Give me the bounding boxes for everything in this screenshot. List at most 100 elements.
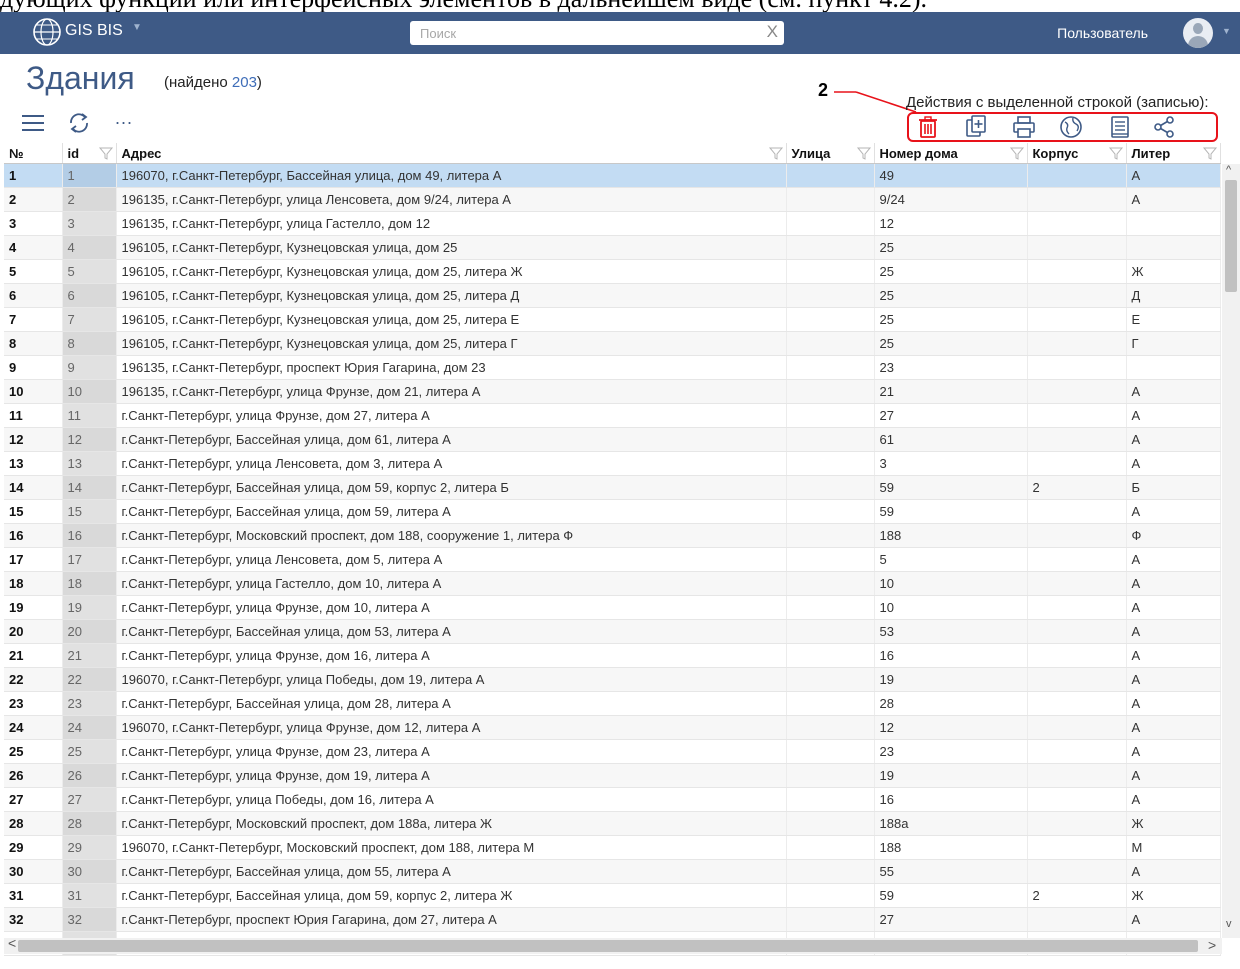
table-row[interactable]: 7 7 196105, г.Санкт-Петербург, Кузнецовска…	[4, 307, 1221, 332]
row-id: 6	[62, 283, 117, 308]
building-cell	[1027, 355, 1127, 380]
column-header-letter[interactable]: Литер	[1126, 143, 1221, 164]
table-row[interactable]: 3 3 196135, г.Санкт-Петербург, улица Гасте…	[4, 211, 1221, 236]
menu-icon[interactable]	[20, 110, 46, 136]
delete-icon[interactable]	[915, 114, 941, 140]
street-cell	[786, 571, 875, 596]
table-row[interactable]: 6 6 196105, г.Санкт-Петербург, Кузнецовска…	[4, 283, 1221, 308]
row-number: 2	[4, 187, 63, 212]
scroll-up-icon[interactable]: ^	[1226, 164, 1231, 176]
column-header-address[interactable]: Адрес	[116, 143, 787, 164]
row-number: 32	[4, 907, 63, 932]
table-row[interactable]: 17 17 г.Санкт-Петербург, улица Ленсовета, …	[4, 547, 1221, 572]
document-text: дующих функций или интерфейсных элементо…	[0, 0, 927, 12]
building-cell	[1027, 739, 1127, 764]
building-cell	[1027, 259, 1127, 284]
table-row[interactable]: 28 28 г.Санкт-Петербург, Московский проспе…	[4, 811, 1221, 836]
user-menu-caret-icon[interactable]: ▼	[1222, 26, 1231, 36]
table-row[interactable]: 22 22 196070, г.Санкт-Петербург, улица Поб…	[4, 667, 1221, 692]
filter-icon[interactable]	[98, 145, 114, 161]
building-cell	[1027, 163, 1127, 188]
column-header-number[interactable]: №	[4, 143, 63, 164]
row-number: 7	[4, 307, 63, 332]
house-number-cell: 10	[874, 595, 1028, 620]
table-row[interactable]: 21 21 г.Санкт-Петербург, улица Фрунзе, дом…	[4, 643, 1221, 668]
scroll-right-icon[interactable]: >	[1208, 937, 1216, 953]
column-header-street[interactable]: Улица	[786, 143, 875, 164]
table-row[interactable]: 20 20 г.Санкт-Петербург, Бассейная улица, …	[4, 619, 1221, 644]
street-cell	[786, 331, 875, 356]
table-row[interactable]: 31 31 г.Санкт-Петербург, Бассейная улица, …	[4, 883, 1221, 908]
scroll-down-icon[interactable]: v	[1226, 918, 1232, 930]
filter-icon[interactable]	[1108, 145, 1124, 161]
letter-cell: А	[1126, 547, 1221, 572]
table-row[interactable]: 29 29 196070, г.Санкт-Петербург, Московски…	[4, 835, 1221, 860]
table-row[interactable]: 30 30 г.Санкт-Петербург, Бассейная улица, …	[4, 859, 1221, 884]
building-cell	[1027, 331, 1127, 356]
avatar-icon[interactable]	[1183, 18, 1213, 48]
table-row[interactable]: 27 27 г.Санкт-Петербург, улица Победы, дом…	[4, 787, 1221, 812]
row-number: 6	[4, 283, 63, 308]
row-id: 9	[62, 355, 117, 380]
table-row[interactable]: 8 8 196105, г.Санкт-Петербург, Кузнецовска…	[4, 331, 1221, 356]
table-row[interactable]: 5 5 196105, г.Санкт-Петербург, Кузнецовска…	[4, 259, 1221, 284]
table-row[interactable]: 18 18 г.Санкт-Петербург, улица Гастелло, д…	[4, 571, 1221, 596]
table-row[interactable]: 2 2 196135, г.Санкт-Петербург, улица Ленсо…	[4, 187, 1221, 212]
table-body: 1 1 196070, г.Санкт-Петербург, Бассейная у…	[4, 163, 1221, 956]
table-row[interactable]: 13 13 г.Санкт-Петербург, улица Ленсовета, …	[4, 451, 1221, 476]
refresh-icon[interactable]	[66, 110, 92, 136]
vertical-scroll-thumb[interactable]	[1225, 180, 1237, 292]
share-icon[interactable]	[1152, 114, 1178, 140]
house-number-cell: 25	[874, 307, 1028, 332]
copy-icon[interactable]	[964, 114, 990, 140]
more-options-button[interactable]: ...	[115, 108, 133, 129]
table-row[interactable]: 19 19 г.Санкт-Петербург, улица Фрунзе, дом…	[4, 595, 1221, 620]
print-icon[interactable]	[1011, 114, 1037, 140]
table-header-row: № id Адрес Улица Номер дома Корпус Литер	[4, 143, 1221, 164]
row-id: 2	[62, 187, 117, 212]
globe-logo-icon[interactable]	[32, 17, 62, 47]
house-number-cell: 59	[874, 499, 1028, 524]
table-row[interactable]: 25 25 г.Санкт-Петербург, улица Фрунзе, дом…	[4, 739, 1221, 764]
address-cell: г.Санкт-Петербург, Московский проспект, …	[116, 523, 787, 548]
table-row[interactable]: 15 15 г.Санкт-Петербург, Бассейная улица, …	[4, 499, 1221, 524]
table-row[interactable]: 16 16 г.Санкт-Петербург, Московский проспе…	[4, 523, 1221, 548]
street-cell	[786, 643, 875, 668]
row-number: 8	[4, 331, 63, 356]
table-row[interactable]: 12 12 г.Санкт-Петербург, Бассейная улица, …	[4, 427, 1221, 452]
building-cell	[1027, 811, 1127, 836]
table-row[interactable]: 32 32 г.Санкт-Петербург, проспект Юрия Гаг…	[4, 907, 1221, 932]
scroll-left-icon[interactable]: <	[8, 935, 16, 951]
street-cell	[786, 811, 875, 836]
column-header-house-number[interactable]: Номер дома	[874, 143, 1028, 164]
table-row[interactable]: 9 9 196135, г.Санкт-Петербург, проспект Юр…	[4, 355, 1221, 380]
filter-icon[interactable]	[1202, 145, 1218, 161]
table-row[interactable]: 4 4 196105, г.Санкт-Петербург, Кузнецовска…	[4, 235, 1221, 260]
column-header-id[interactable]: id	[62, 143, 117, 164]
filter-icon[interactable]	[856, 145, 872, 161]
table-row[interactable]: 14 14 г.Санкт-Петербург, Бассейная улица, …	[4, 475, 1221, 500]
street-cell	[786, 883, 875, 908]
table-row[interactable]: 11 11 г.Санкт-Петербург, улица Фрунзе, дом…	[4, 403, 1221, 428]
table-row[interactable]: 26 26 г.Санкт-Петербург, улица Фрунзе, дом…	[4, 763, 1221, 788]
table-row[interactable]: 24 24 196070, г.Санкт-Петербург, улица Фру…	[4, 715, 1221, 740]
filter-icon[interactable]	[768, 145, 784, 161]
table-row[interactable]: 10 10 196135, г.Санкт-Петербург, улица Фру…	[4, 379, 1221, 404]
table-row[interactable]: 1 1 196070, г.Санкт-Петербург, Бассейная у…	[4, 163, 1221, 188]
letter-cell: А	[1126, 451, 1221, 476]
search-clear-icon[interactable]: X	[767, 22, 778, 42]
brand-caret-icon[interactable]: ▼	[132, 22, 142, 33]
row-number: 10	[4, 379, 63, 404]
table-row[interactable]: 23 23 г.Санкт-Петербург, Бассейная улица, …	[4, 691, 1221, 716]
row-id: 7	[62, 307, 117, 332]
column-header-building[interactable]: Корпус	[1027, 143, 1127, 164]
app-brand[interactable]: GIS BIS	[65, 22, 123, 40]
user-name[interactable]: Пользователь	[1057, 25, 1148, 41]
globe-icon[interactable]	[1058, 114, 1084, 140]
horizontal-scroll-thumb[interactable]	[18, 940, 1198, 952]
filter-icon[interactable]	[1009, 145, 1025, 161]
building-cell	[1027, 307, 1127, 332]
search-input[interactable]	[410, 21, 760, 45]
building-cell	[1027, 859, 1127, 884]
document-icon[interactable]	[1107, 114, 1133, 140]
